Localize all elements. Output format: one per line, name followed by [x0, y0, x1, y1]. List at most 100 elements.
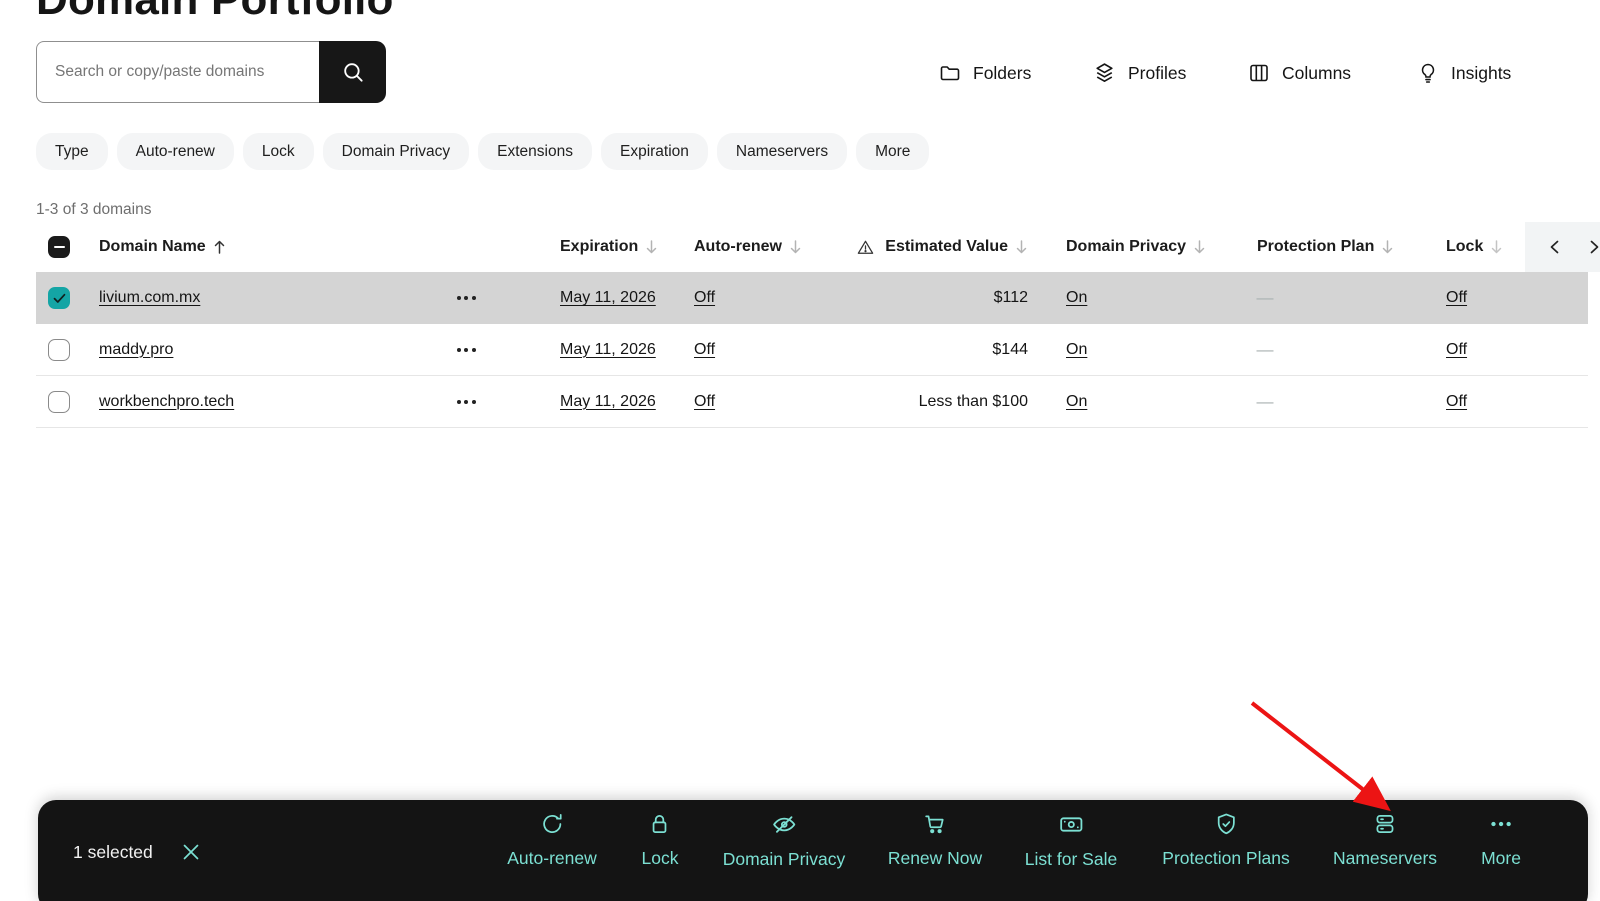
insights-label: Insights — [1451, 63, 1511, 84]
cart-icon — [922, 811, 948, 837]
ellipsis-icon — [457, 348, 461, 352]
column-header-expiration[interactable]: Expiration — [560, 222, 658, 272]
auto-renew-link[interactable]: Off — [694, 393, 715, 411]
sort-desc-icon — [645, 239, 658, 255]
result-count: 1-3 of 3 domains — [36, 201, 151, 219]
filter-lock[interactable]: Lock — [243, 133, 314, 170]
sort-desc-icon — [1381, 239, 1394, 255]
table-row: workbenchpro.tech May 11, 2026 Off Less … — [36, 376, 1588, 428]
auto-renew-link[interactable]: Off — [694, 289, 715, 307]
select-all-checkbox[interactable] — [48, 236, 70, 258]
search-input[interactable] — [36, 41, 319, 103]
domain-search — [36, 41, 386, 103]
estimated-value: Less than $100 — [919, 393, 1028, 411]
column-header-auto-renew[interactable]: Auto-renew — [694, 222, 802, 272]
domain-link[interactable]: workbenchpro.tech — [99, 393, 234, 411]
column-header-lock[interactable]: Lock — [1446, 222, 1503, 272]
check-icon — [53, 293, 66, 304]
row-checkbox[interactable] — [48, 391, 70, 413]
warning-icon — [856, 238, 875, 257]
bulk-nameservers-button[interactable]: Nameservers — [1333, 811, 1437, 869]
sort-desc-icon — [1015, 239, 1028, 255]
server-icon — [1372, 811, 1398, 837]
profiles-label: Profiles — [1128, 63, 1186, 84]
filter-bar: Type Auto-renew Lock Domain Privacy Exte… — [36, 133, 929, 170]
bulk-list-for-sale-button[interactable]: List for Sale — [1025, 811, 1117, 870]
row-menu-button[interactable] — [451, 342, 482, 358]
lock-link[interactable]: Off — [1446, 341, 1467, 359]
column-header-estimated-value[interactable]: Estimated Value — [830, 222, 1028, 272]
protection-plan-value: — — [1257, 340, 1274, 360]
column-header-protection-plan[interactable]: Protection Plan — [1257, 222, 1394, 272]
estimated-value: $112 — [994, 289, 1028, 307]
profiles-button[interactable]: Profiles — [1092, 52, 1186, 94]
estimated-value: $144 — [992, 341, 1028, 359]
sort-asc-icon — [213, 239, 226, 255]
filter-more[interactable]: More — [856, 133, 929, 170]
ellipsis-icon — [457, 296, 461, 300]
domain-link[interactable]: livium.com.mx — [99, 289, 200, 307]
folders-button[interactable]: Folders — [938, 52, 1031, 94]
bulk-renew-now-button[interactable]: Renew Now — [888, 811, 982, 869]
table-header: Domain Name Expiration Auto-renew Estima — [36, 222, 1588, 272]
filter-nameservers[interactable]: Nameservers — [717, 133, 847, 170]
column-header-domain-name[interactable]: Domain Name — [99, 222, 226, 272]
bulk-auto-renew-button[interactable]: Auto-renew — [507, 811, 597, 869]
auto-renew-link[interactable]: Off — [694, 341, 715, 359]
row-menu-button[interactable] — [451, 394, 482, 410]
domain-portfolio-page: Domain Portfolio Folders P — [0, 0, 1600, 901]
bulk-domain-privacy-button[interactable]: Domain Privacy — [723, 811, 846, 870]
close-icon — [181, 842, 201, 862]
filter-type[interactable]: Type — [36, 133, 108, 170]
column-header-domain-privacy[interactable]: Domain Privacy — [1066, 222, 1206, 272]
row-menu-button[interactable] — [451, 290, 482, 306]
filter-domain-privacy[interactable]: Domain Privacy — [323, 133, 470, 170]
expiration-link[interactable]: May 11, 2026 — [560, 289, 656, 307]
ellipsis-icon — [457, 400, 461, 404]
columns-icon — [1247, 61, 1271, 85]
bulk-more-button[interactable]: More — [1481, 811, 1521, 869]
lightbulb-icon — [1416, 61, 1440, 85]
page-title: Domain Portfolio — [36, 0, 394, 25]
eye-off-icon — [770, 811, 797, 838]
filter-expiration[interactable]: Expiration — [601, 133, 708, 170]
folder-icon — [938, 61, 962, 85]
column-scroll-panel — [1525, 222, 1600, 272]
row-checkbox[interactable] — [48, 339, 70, 361]
expiration-link[interactable]: May 11, 2026 — [560, 341, 656, 359]
scroll-columns-right-button[interactable] — [1583, 235, 1600, 259]
expiration-link[interactable]: May 11, 2026 — [560, 393, 656, 411]
lock-link[interactable]: Off — [1446, 289, 1467, 307]
domain-privacy-link[interactable]: On — [1066, 341, 1087, 359]
protection-plan-value: — — [1257, 288, 1274, 308]
scroll-columns-left-button[interactable] — [1543, 235, 1567, 259]
magnifier-icon — [340, 59, 366, 85]
lock-icon — [647, 811, 673, 837]
bulk-lock-button[interactable]: Lock — [642, 811, 679, 869]
filter-extensions[interactable]: Extensions — [478, 133, 592, 170]
sort-desc-icon — [789, 239, 802, 255]
columns-label: Columns — [1282, 63, 1351, 84]
layers-icon — [1092, 61, 1117, 86]
sort-desc-icon — [1490, 239, 1503, 255]
domain-privacy-link[interactable]: On — [1066, 289, 1087, 307]
insights-button[interactable]: Insights — [1416, 52, 1511, 94]
lock-link[interactable]: Off — [1446, 393, 1467, 411]
bulk-protection-plans-button[interactable]: Protection Plans — [1162, 811, 1289, 869]
protection-plan-value: — — [1257, 392, 1274, 412]
domain-privacy-link[interactable]: On — [1066, 393, 1087, 411]
row-checkbox-checked[interactable] — [48, 287, 70, 309]
indeterminate-icon — [54, 246, 65, 249]
filter-auto-renew[interactable]: Auto-renew — [117, 133, 234, 170]
banknote-icon — [1058, 811, 1085, 838]
selected-count: 1 selected — [73, 842, 153, 863]
columns-button[interactable]: Columns — [1247, 52, 1351, 94]
clear-selection-button[interactable] — [179, 840, 203, 864]
table-row: maddy.pro May 11, 2026 Off $144 On — Off — [36, 324, 1588, 376]
chevron-right-icon — [1589, 239, 1600, 255]
search-button[interactable] — [319, 41, 386, 103]
chevron-left-icon — [1549, 239, 1560, 255]
domain-link[interactable]: maddy.pro — [99, 341, 173, 359]
ellipsis-icon — [1488, 811, 1514, 837]
table-row: livium.com.mx May 11, 2026 Off $112 On —… — [36, 272, 1588, 324]
